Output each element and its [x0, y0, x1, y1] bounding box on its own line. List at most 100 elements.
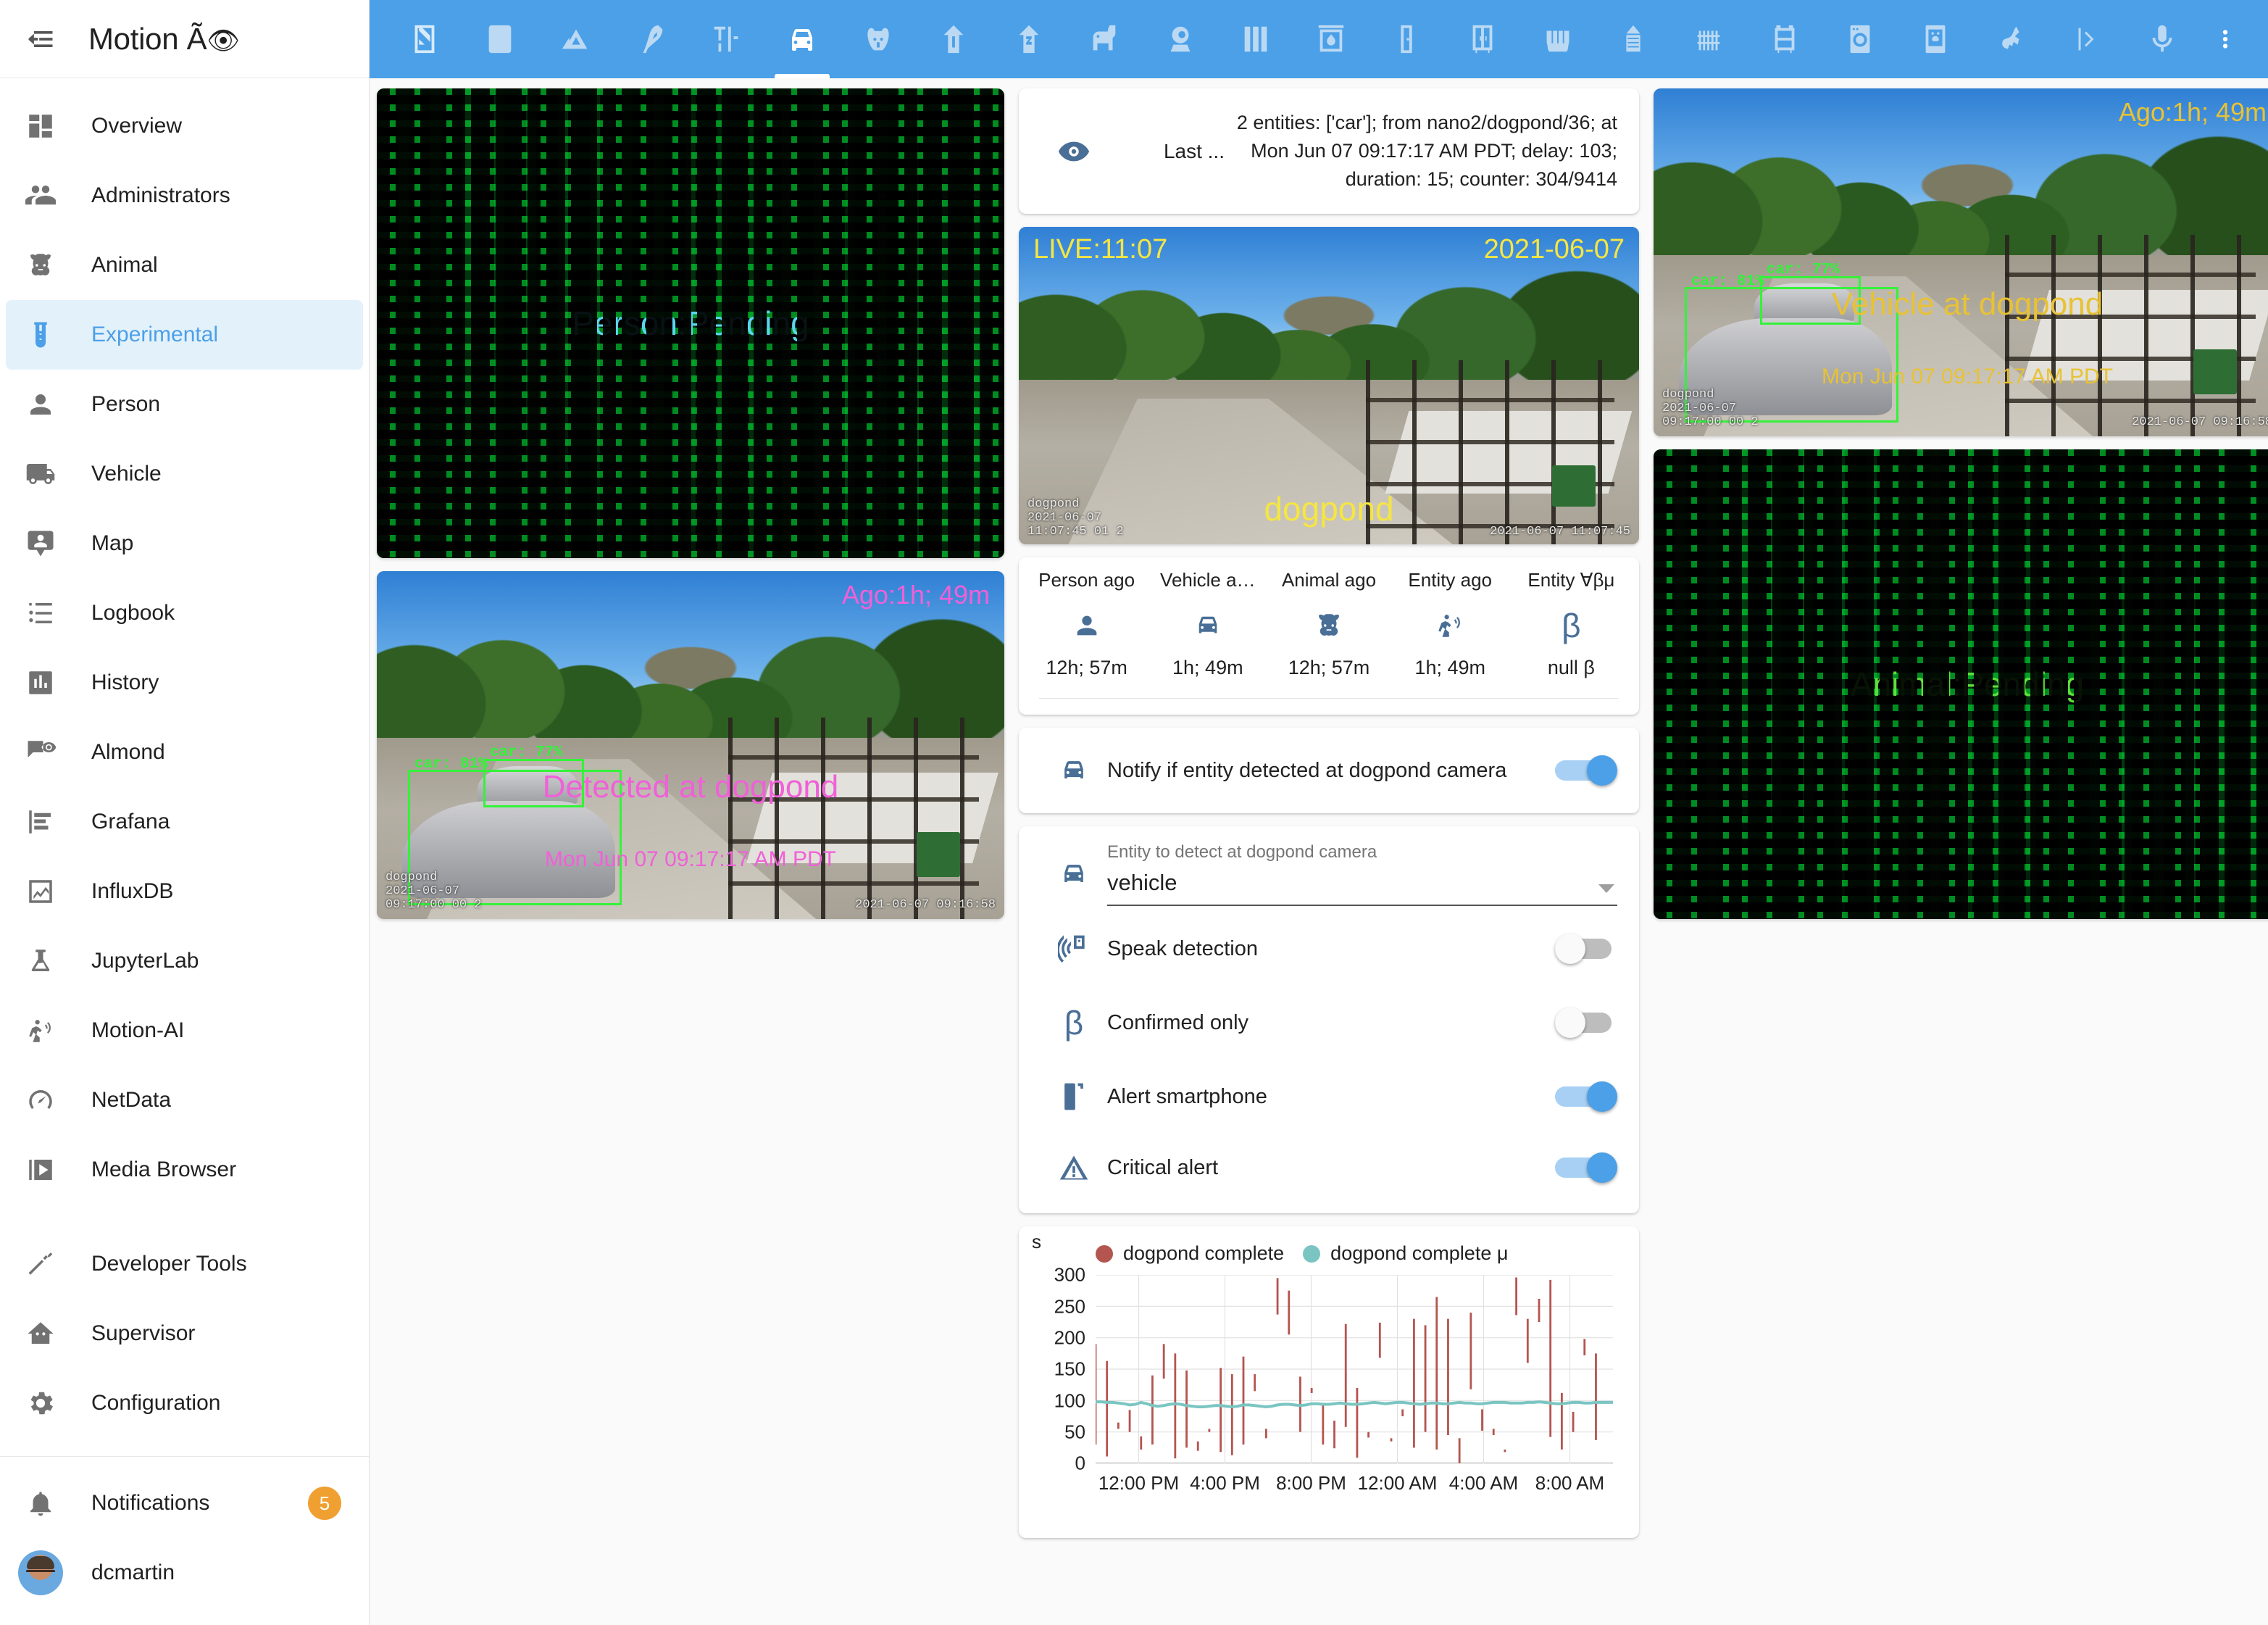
- tab-fireplace[interactable]: [1293, 0, 1369, 78]
- tab-feather[interactable]: [614, 0, 689, 78]
- detected-at-dogpond-tile[interactable]: car: 81% car: 77% Ago:1h; 49m Detected a…: [377, 571, 1004, 919]
- sidebar-item-grafana[interactable]: Grafana: [6, 787, 363, 857]
- scene-fence: [1366, 360, 1614, 544]
- sidebar-item-vehicle[interactable]: Vehicle: [6, 439, 363, 509]
- camera-stamp-right: 2021-06-07 09:16:58: [855, 898, 996, 912]
- truck-icon: [14, 459, 67, 489]
- entity-tabs: Person ago 12h; 57m Vehicle a… 1h; 49m A…: [1026, 569, 1632, 679]
- entity-tab-value: null β: [1548, 657, 1595, 679]
- dogpond-live-tile[interactable]: LIVE:11:07 2021-06-07 dogpond dogpond 20…: [1019, 227, 1639, 544]
- tab-tools[interactable]: [689, 0, 764, 78]
- legend-item-1[interactable]: dogpond complete μ: [1303, 1242, 1508, 1265]
- tab-microphone[interactable]: [2125, 0, 2200, 78]
- sidebar-item-configuration[interactable]: Configuration: [6, 1368, 363, 1438]
- sidebar-item-notifications[interactable]: Notifications 5: [6, 1468, 363, 1538]
- car-icon: [1041, 858, 1107, 906]
- sidebar-item-influxdb[interactable]: InfluxDB: [6, 857, 363, 926]
- chart-y-unit: s: [1032, 1231, 1041, 1253]
- entity-select-value[interactable]: vehicle: [1107, 870, 1617, 896]
- critical-alert-toggle[interactable]: [1555, 1151, 1617, 1184]
- speak-detection-toggle[interactable]: [1555, 932, 1617, 965]
- sidebar-item-animal[interactable]: Animal: [6, 230, 363, 300]
- tab-fence[interactable]: [1671, 0, 1746, 78]
- tab-blinds[interactable]: [387, 0, 462, 78]
- sidebar-item-history[interactable]: History: [6, 648, 363, 718]
- tab-cctv[interactable]: [1143, 0, 1218, 78]
- camera-stamp-left: dogpond 2021-06-07 09:17:00 00 2: [1662, 388, 1759, 429]
- cow-icon: [1314, 607, 1344, 644]
- chart-y-tick: 50: [1064, 1421, 1096, 1444]
- chevron-down-icon[interactable]: [1598, 884, 1614, 893]
- entity-tab-person[interactable]: Person ago 12h; 57m: [1026, 569, 1147, 679]
- tab-selected-indicator: [775, 74, 830, 78]
- legend-item-0[interactable]: dogpond complete: [1096, 1242, 1284, 1265]
- notify-toggle[interactable]: [1555, 754, 1617, 787]
- camera-stamp-right: 2021-06-07 11:07:45: [1490, 525, 1630, 539]
- tab-dog-face[interactable]: [841, 0, 916, 78]
- chart-svg: [1096, 1275, 1613, 1463]
- tab-home-roof[interactable]: [1596, 0, 1671, 78]
- cellphone-icon: [1041, 1081, 1107, 1113]
- entity-tab-vehicle[interactable]: Vehicle a… 1h; 49m: [1147, 569, 1268, 679]
- sidebar-item-jupyterlab[interactable]: JupyterLab: [6, 926, 363, 996]
- sidebar-item-developer-tools[interactable]: Developer Tools: [6, 1229, 363, 1299]
- tab-door[interactable]: [1369, 0, 1444, 78]
- alert-smartphone-toggle[interactable]: [1555, 1080, 1617, 1113]
- tab-home-floor-2[interactable]: [991, 0, 1067, 78]
- run-motion-icon: [1435, 607, 1465, 644]
- tab-car[interactable]: [764, 0, 840, 78]
- sidebar-item-person[interactable]: Person: [6, 370, 363, 439]
- sidebar-item-map[interactable]: Map: [6, 509, 363, 578]
- sidebar-item-experimental[interactable]: Experimental: [6, 300, 363, 370]
- sidebar-item-almond[interactable]: Almond: [6, 718, 363, 787]
- scene-bin: [2193, 349, 2238, 394]
- sidebar-item-overview[interactable]: Overview: [6, 91, 363, 161]
- tab-mountain[interactable]: [538, 0, 614, 78]
- eye-emoji-icon: 👁: [207, 25, 239, 55]
- tab-chevron-right-bar[interactable]: [2049, 0, 2125, 78]
- entity-tab-entity-beta[interactable]: Entity ∀βμ β null β: [1511, 569, 1632, 679]
- comment-eye-icon: [14, 737, 67, 768]
- sidebar-item-label: Person: [91, 392, 160, 417]
- sidebar-item-user[interactable]: dcmartin: [6, 1538, 363, 1608]
- confirmed-only-toggle[interactable]: [1555, 1006, 1617, 1039]
- tab-flag[interactable]: [1973, 0, 2048, 78]
- entity-tab-label: Entity ∀βμ: [1527, 569, 1614, 591]
- tab-washing-machine[interactable]: [1822, 0, 1898, 78]
- tab-awning[interactable]: [1520, 0, 1596, 78]
- sidebar-item-label: Animal: [91, 253, 158, 278]
- sidebar-item-media-browser[interactable]: Media Browser: [6, 1135, 363, 1205]
- last-event-card: Last ... 2 entities: ['car']; from nano2…: [1019, 88, 1639, 214]
- sidebar-item-label: JupyterLab: [91, 949, 199, 973]
- detection-label-near: car: 81%: [414, 756, 488, 773]
- tab-shelf[interactable]: [1747, 0, 1822, 78]
- tab-home-up[interactable]: [916, 0, 991, 78]
- sidebar-item-motion-ai[interactable]: Motion-AI: [6, 996, 363, 1065]
- chart-line-variant-icon: [14, 876, 67, 907]
- sidebar-item-netdata[interactable]: NetData: [6, 1065, 363, 1135]
- sidebar-item-supervisor[interactable]: Supervisor: [6, 1299, 363, 1368]
- vehicle-ago-label: Ago:1h; 49m: [2119, 97, 2267, 128]
- menu-collapse-icon[interactable]: [13, 12, 68, 67]
- tab-paw-phone[interactable]: [1898, 0, 1973, 78]
- sidebar-item-label: InfluxDB: [91, 879, 173, 904]
- animal-pending-tile[interactable]: Animal:Pending: [1654, 449, 2268, 919]
- dots-vertical-icon[interactable]: [2200, 0, 2251, 78]
- confirmed-only-label: Confirmed only: [1107, 1011, 1555, 1035]
- entity-select-row: Entity to detect at dogpond camera vehic…: [1019, 826, 1639, 913]
- chart-y-tick: 100: [1054, 1389, 1096, 1412]
- entity-divider: [1039, 698, 1619, 699]
- entity-tab-value: 1h; 49m: [1172, 657, 1243, 679]
- sidebar-item-logbook[interactable]: Logbook: [6, 578, 363, 648]
- tab-wardrobe[interactable]: [1445, 0, 1520, 78]
- entity-tab-animal[interactable]: Animal ago 12h; 57m: [1268, 569, 1389, 679]
- entity-tab-entity-ago[interactable]: Entity ago 1h; 49m: [1390, 569, 1511, 679]
- person-pending-tile[interactable]: Person:Pending: [377, 88, 1004, 558]
- vehicle-at-dogpond-tile[interactable]: car: 81% car: 77% Ago:1h; 49m Vehicle at…: [1654, 88, 2268, 436]
- tab-books[interactable]: [1218, 0, 1293, 78]
- entity-tab-value: 1h; 49m: [1414, 657, 1485, 679]
- chart-y-tick: 0: [1075, 1452, 1096, 1475]
- tab-cat[interactable]: [1067, 0, 1142, 78]
- sidebar-item-administrators[interactable]: Administrators: [6, 161, 363, 230]
- tab-image[interactable]: [462, 0, 538, 78]
